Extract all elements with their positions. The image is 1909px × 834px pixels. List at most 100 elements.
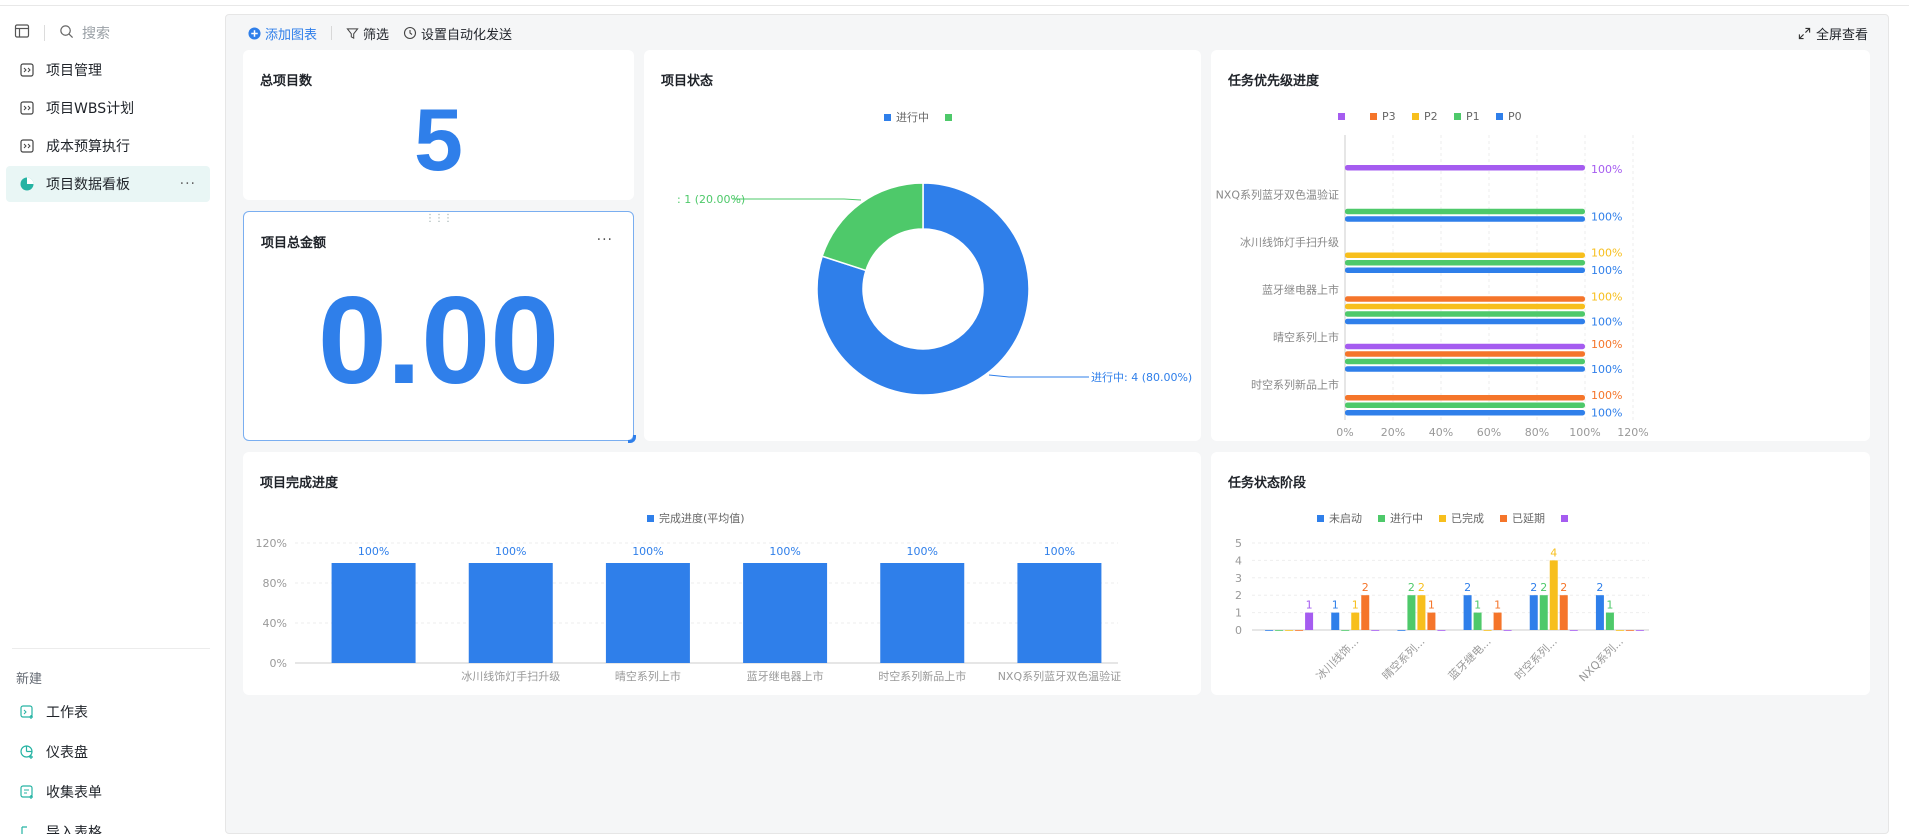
bar (1437, 630, 1446, 631)
x-tick-label: 时空系列新品上市 (878, 669, 966, 683)
project-completion-card[interactable]: 项目完成进度 完成进度(平均值) 0% 40% 80% 120% 100% 100% 冰川线饰… (243, 452, 1201, 695)
sidebar-item-project-dashboard[interactable]: 项目数据看板 ··· (6, 166, 210, 202)
sidebar-top-divider (44, 25, 45, 41)
card-title: 项目总金额 (261, 236, 327, 251)
bar (1427, 612, 1436, 630)
filter-button[interactable]: 筛选 (346, 24, 389, 43)
more-options-icon[interactable]: ··· (180, 176, 196, 192)
legend-swatch (945, 114, 952, 121)
new-section-label: 新建 (16, 672, 43, 687)
new-dashboard-button[interactable]: 仪表盘 (6, 734, 210, 770)
total-projects-card[interactable]: 总项目数 5 (243, 50, 634, 200)
data-label: 4 (1550, 546, 1557, 559)
bar (1345, 208, 1585, 215)
card-more-options-icon[interactable]: ··· (597, 232, 613, 248)
add-chart-button[interactable]: 添加图表 (248, 24, 317, 43)
data-label: 100% (1591, 338, 1622, 351)
window-top-border (0, 0, 1909, 6)
legend-label: 进行中 (1390, 512, 1423, 525)
layout-toggle-icon[interactable] (14, 23, 30, 43)
data-label: 100% (1591, 247, 1622, 260)
bar (1345, 216, 1585, 222)
x-tick-label: 冰川线饰... (1313, 634, 1361, 682)
filter-label: 筛选 (363, 27, 390, 43)
sidebar-item-project-management[interactable]: 项目管理 (6, 52, 210, 88)
bar (1463, 595, 1472, 630)
y-tick-label: 冰川线饰灯手扫升级 (1240, 235, 1339, 249)
y-tick-label: 5 (1235, 537, 1242, 550)
sidebar-divider (12, 648, 210, 649)
data-label: 1 (1474, 599, 1481, 612)
y-tick-label: NXQ系列蓝牙双色温验证 (1216, 187, 1339, 201)
import-table-button[interactable]: 导入表格 (6, 814, 210, 834)
search-input[interactable]: 搜索 (82, 23, 110, 43)
x-tick-label: 100% (1569, 426, 1600, 439)
bar (1345, 351, 1585, 357)
bar (1397, 630, 1406, 631)
resize-handle[interactable] (628, 435, 636, 443)
automation-label: 设置自动化发送 (421, 27, 513, 43)
data-label: 100% (1591, 407, 1622, 420)
task-stage-card[interactable]: 任务状态阶段 未启动 进行中 已完成 已延期 0 1 2 3 4 5 1 1 1 2 冰川线饰... 2 2 1 晴… (1211, 452, 1870, 695)
bar (743, 563, 828, 663)
bar (1351, 612, 1360, 630)
y-tick-label: 3 (1235, 572, 1242, 585)
sidebar-item-label: 项目数据看板 (46, 177, 130, 193)
new-worksheet-button[interactable]: 工作表 (6, 694, 210, 730)
data-label: 100% (907, 545, 938, 558)
sheet-icon (18, 61, 36, 79)
legend-swatch (884, 114, 891, 121)
form-icon (18, 783, 36, 801)
add-chart-label: 添加图表 (265, 27, 318, 43)
data-label: 2 (1560, 581, 1567, 594)
legend-label: 已延期 (1512, 512, 1545, 525)
bar (1305, 612, 1314, 630)
data-label: 2 (1362, 581, 1369, 594)
fullscreen-button[interactable]: 全屏查看 (1798, 24, 1868, 43)
bar (1345, 311, 1585, 317)
x-tick-label: 蓝牙继电... (1446, 635, 1494, 683)
card-title: 总项目数 (260, 74, 313, 89)
filter-icon (346, 27, 359, 39)
drag-handle-icon[interactable]: ⋮⋮⋮ (425, 213, 453, 224)
donut-slice (821, 182, 924, 272)
sidebar-item-label: 成本预算执行 (46, 139, 130, 155)
automation-button[interactable]: 设置自动化发送 (403, 24, 512, 43)
bar (1407, 595, 1416, 630)
sidebar-item-cost-budget[interactable]: 成本预算执行 (6, 128, 210, 164)
bar (1493, 612, 1502, 630)
data-label: 1 (1332, 599, 1339, 612)
legend-label: 完成进度(平均值) (659, 511, 745, 525)
legend-swatch (1496, 113, 1503, 120)
x-tick-label: 晴空系列上市 (615, 669, 681, 683)
bar (1503, 630, 1512, 631)
bar (1559, 595, 1568, 630)
bar (1345, 318, 1585, 325)
clock-refresh-icon (403, 26, 417, 40)
y-tick-label: 0 (1235, 624, 1242, 637)
project-status-card[interactable]: 项目状态 进行中 进行中: 4 (80.00%): 1 (20.00%) (644, 50, 1201, 441)
task-priority-card[interactable]: 任务优先级进度 P3 P2 P1 P0 0% 20% 40% 60% 80% 100% 120% 10… (1211, 50, 1870, 441)
new-item-label: 收集表单 (46, 785, 102, 801)
x-tick-label: 20% (1381, 426, 1405, 439)
legend-label: P2 (1424, 110, 1438, 123)
sidebar-item-wbs-plan[interactable]: 项目WBS计划 (6, 90, 210, 126)
sidebar-item-label: 项目管理 (46, 63, 102, 79)
y-tick-label: 120% (256, 537, 287, 550)
legend-swatch (1454, 113, 1461, 120)
donut-leader-line (988, 374, 1089, 378)
fullscreen-label: 全屏查看 (1815, 28, 1868, 43)
bar (1345, 296, 1585, 302)
y-tick-label: 0% (270, 657, 287, 670)
total-amount-card[interactable]: ⋮⋮⋮ 项目总金额 ··· 0.00 (243, 211, 636, 443)
search-icon[interactable] (59, 24, 74, 43)
x-tick-label: 晴空系列... (1379, 634, 1427, 682)
data-label: 100% (1044, 545, 1075, 558)
x-tick-label: 0% (1336, 426, 1353, 439)
data-label: 2 (1530, 581, 1537, 594)
x-tick-label: 120% (1617, 426, 1648, 439)
new-form-button[interactable]: 收集表单 (6, 774, 210, 810)
legend-label: P3 (1382, 110, 1396, 123)
data-label: 100% (1591, 290, 1622, 303)
add-sheet-icon (18, 703, 36, 721)
